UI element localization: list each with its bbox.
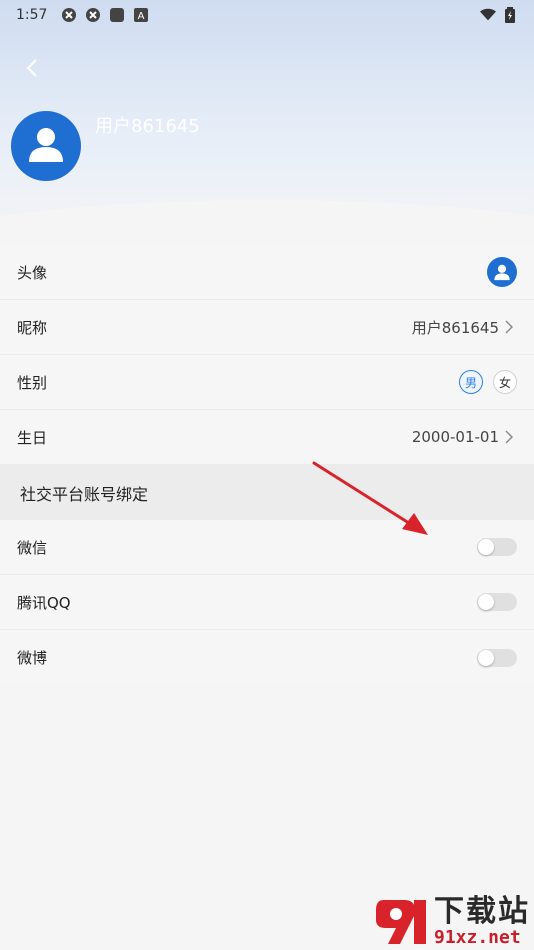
profile-avatar[interactable] [11,111,81,181]
social-row-qq: 腾讯QQ [0,575,534,630]
toggle-knob [478,594,494,610]
chevron-right-icon [505,319,517,335]
qq-label: 腾讯QQ [17,593,71,612]
status-bar: 1:57 A [0,0,534,30]
toggle-knob [478,649,494,666]
a-icon: A [133,7,149,23]
back-button[interactable] [18,56,46,84]
nickname-row[interactable]: 昵称 用户861645 [0,300,534,355]
header-curve [0,200,534,250]
svg-text:A: A [138,11,145,22]
app-icon-1 [61,7,77,23]
qq-bind-toggle[interactable] [477,593,517,611]
nickname-value: 用户861645 [411,318,499,337]
wechat-row-right [477,538,517,556]
wifi-icon [480,7,496,23]
birthday-row[interactable]: 生日 2000-01-01 [0,410,534,465]
status-time: 1:57 [16,7,48,23]
birthday-value: 2000-01-01 [411,428,499,446]
weibo-bind-toggle[interactable] [477,648,517,667]
app-icon-2 [85,7,101,23]
gender-male-button[interactable]: 男 [459,370,483,394]
weibo-label: 微博 [17,649,48,667]
wechat-bind-toggle[interactable] [477,538,517,556]
chevron-right-icon [505,429,517,445]
battery-icon [502,7,518,23]
birthday-label: 生日 [17,428,48,447]
watermark-text: 下载站 91xz.net [434,896,530,948]
status-notification-icons: A [61,7,149,23]
avatar-row[interactable]: 头像 [0,245,534,300]
toggle-knob [478,539,494,555]
social-row-wechat: 微信 [0,520,534,575]
gender-label: 性别 [17,373,48,392]
settings-list: 头像 昵称 用户861645 性别 男 女 生日 2000-01-01 社交平台… [0,245,534,685]
watermark-url: 91xz.net [434,927,521,948]
status-right-icons [480,7,518,23]
nickname-label: 昵称 [17,318,48,337]
weibo-row-right [477,648,517,667]
nickname-row-right: 用户861645 [412,317,517,338]
user-icon [26,124,66,168]
avatar-thumbnail[interactable] [487,257,517,287]
red-arrow-annotation [312,461,428,535]
social-binding-section-title: 社交平台账号绑定 [0,465,534,520]
watermark-title: 下载站 [434,894,530,929]
watermark-logo-icon [376,900,426,944]
profile-header [0,0,534,250]
wechat-label: 微信 [17,538,48,557]
avatar-row-right [487,257,517,287]
qq-row-right [477,593,517,611]
chevron-left-icon [25,58,39,82]
gender-row: 性别 男 女 [0,355,534,410]
social-row-weibo: 微博 [0,630,534,685]
watermark: 下载站 91xz.net [374,896,530,948]
birthday-row-right: 2000-01-01 [412,428,517,446]
avatar-label: 头像 [17,263,48,282]
square-icon [109,7,125,23]
profile-username: 用户861645 [95,116,200,137]
gender-options: 男 女 [459,370,517,394]
gender-female-button[interactable]: 女 [493,370,517,394]
